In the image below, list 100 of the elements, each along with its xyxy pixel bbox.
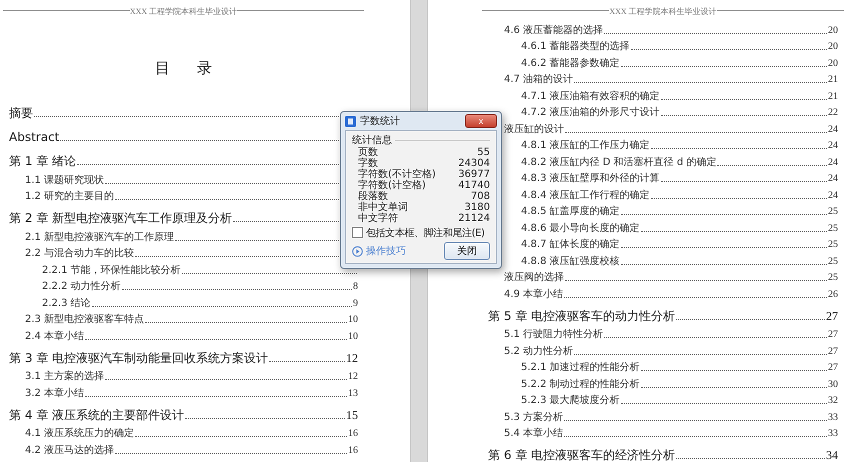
toc-entry[interactable]: 第 1 章 绪论 [9,155,76,167]
toc-entry[interactable]: 5.2.3 最大爬坡度分析 [521,396,620,406]
toc-entry[interactable]: 4.8.1 液压缸的工作压力确定 [521,141,650,151]
stat-value: 55 [477,147,490,158]
page-number: 20 [828,26,838,36]
toc-entry[interactable]: Abstract [9,131,60,143]
toc-entry[interactable]: 4.2 液压马达的选择 [25,446,114,456]
page-number: 12 [348,372,358,382]
toc-entry[interactable]: 4.9 本章小结 [504,290,564,300]
toc-entry[interactable]: 3.2 本章小结 [25,388,84,398]
page-number: 9 [353,298,358,308]
toc-entry[interactable]: 2.2 与混合动力车的比较 [25,249,134,259]
stat-label: 页数 [358,147,378,158]
page-number: 13 [348,388,358,398]
toc-entry[interactable]: 5.2.2 制动过程的性能分析 [521,380,640,390]
stat-label: 字数 [358,158,378,169]
play-circle-icon [352,246,363,256]
page-number: 24 [828,124,838,134]
toc-entry[interactable]: 4.7.2 液压油箱的外形尺寸设计 [521,108,660,118]
toc-entry[interactable]: 4.7.1 液压油箱有效容积的确定 [521,92,660,102]
toc-entry[interactable]: 2.3 新型电控液驱客车特点 [25,315,144,325]
page-number: 25 [828,256,838,266]
page-number: 25 [828,273,838,283]
stat-label: 非中文单词 [358,202,408,213]
toc-entry[interactable]: 5.4 本章小结 [504,429,564,439]
page-number: 12 [346,352,358,364]
toc-entry[interactable]: 液压缸的设计 [504,124,564,134]
toc-entry[interactable]: 5.1 行驶阻力特性分析 [504,330,604,340]
toc-entry[interactable]: 4.8.8 液压缸强度校核 [521,256,620,266]
page-number: 24 [828,190,838,200]
stat-label: 字符数(计空格) [358,180,426,191]
page-number: 10 [348,332,358,342]
toc-entry[interactable]: 4.8.6 最小导向长度的确定 [521,224,640,234]
toc-entry[interactable]: 1.1 课题研究现状 [25,176,104,186]
page-number: 24 [828,158,838,168]
page-number: 16 [348,429,358,439]
stat-label: 字符数(不计空格) [358,169,436,180]
toc-entry[interactable]: 5.2 动力性分析 [504,346,574,356]
page-number: 8 [353,282,358,292]
toc-entry[interactable]: 4.1 液压系统压力的确定 [25,429,134,439]
page-number: 24 [828,141,838,151]
toc-entry[interactable]: 2.2.2 动力性分析 [42,282,121,292]
stat-value: 21124 [458,213,490,224]
toc-entry[interactable]: 2.2.1 节能，环保性能比较分析 [42,266,181,276]
toc-entry[interactable]: 4.6.1 蓄能器类型的选择 [521,42,630,52]
page-number: 25 [828,240,838,250]
toc-entry[interactable]: 4.8.3 液压缸壁厚和外径的计算 [521,174,660,184]
page-number: 26 [828,290,838,300]
toc-entry[interactable]: 液压阀的选择 [504,273,564,283]
tips-link[interactable]: 操作技巧 [366,244,406,258]
toc-entry[interactable]: 4.8.5 缸盖厚度的确定 [521,207,620,217]
page-header: XXX 工程学院本科生毕业设计 [609,7,717,16]
group-label: 统计信息 [352,134,392,147]
page-header: XXX 工程学院本科生毕业设计 [130,7,238,16]
toc-entry[interactable]: 4.8.4 液压缸工作行程的确定 [521,190,650,200]
page-number: 16 [348,446,358,456]
stat-label: 段落数 [358,191,388,202]
page-number: 32 [828,396,838,406]
page-number: 22 [828,108,838,118]
toc-entry[interactable]: 2.2.3 结论 [42,298,91,308]
toc-entry[interactable]: 4.7 油箱的设计 [504,75,574,85]
toc-entry[interactable]: 4.8.7 缸体长度的确定 [521,240,620,250]
stat-value: 24304 [458,158,490,169]
page-number: 20 [828,58,838,68]
toc-entry[interactable]: 5.2.1 加速过程的性能分析 [521,363,640,373]
toc-entry[interactable]: 第 5 章 电控液驱客车的动力性分析 [488,310,676,322]
page-number: 27 [828,346,838,356]
stat-value: 3180 [464,202,490,213]
page-number: 27 [828,363,838,373]
toc-entry[interactable]: 4.6.2 蓄能器参数确定 [521,58,620,68]
toc-entry[interactable]: 2.4 本章小结 [25,332,84,342]
page-number: 15 [346,408,358,420]
stat-value: 41740 [458,180,490,191]
close-dialog-button[interactable]: 关闭 [444,242,490,260]
toc-entry[interactable]: 1.2 研究的主要目的 [25,192,114,202]
toc-entry[interactable]: 第 3 章 电控液驱汽车制动能量回收系统方案设计 [9,352,268,364]
toc-entry[interactable]: 摘要 [9,107,33,119]
toc-entry[interactable]: 第 4 章 液压系统的主要部件设计 [9,408,184,420]
toc-entry[interactable]: 5.3 方案分析 [504,412,564,422]
toc-entry[interactable]: 4.8.2 液压缸内径 D 和活塞杆直径 d 的确定 [521,158,716,168]
page-number: 34 [826,449,838,461]
page-number: 27 [826,310,838,322]
toc-entry[interactable]: 第 2 章 新型电控液驱汽车工作原理及分析 [9,212,232,224]
checkbox[interactable] [352,227,363,238]
toc-entry[interactable]: 3.1 主方案的选择 [25,372,104,382]
page-number: 21 [828,75,838,85]
page-number: 21 [828,92,838,102]
dialog-title: 字数统计 [360,114,400,128]
close-button[interactable]: x [465,114,497,128]
stat-label: 中文字符 [358,213,398,224]
page-number: 25 [828,207,838,217]
stat-value: 708 [470,191,490,202]
page-number: 24 [828,174,838,184]
checkbox-label: 包括文本框、脚注和尾注(E) [366,226,485,240]
toc-title: 目 录 [154,58,213,79]
page-number: 10 [348,315,358,325]
app-icon [345,116,356,126]
toc-entry[interactable]: 4.6 液压蓄能器的选择 [504,26,604,36]
toc-entry[interactable]: 第 6 章 电控液驱客车的经济性分析 [488,449,676,461]
toc-entry[interactable]: 2.1 新型电控液驱汽车的工作原理 [25,232,174,242]
